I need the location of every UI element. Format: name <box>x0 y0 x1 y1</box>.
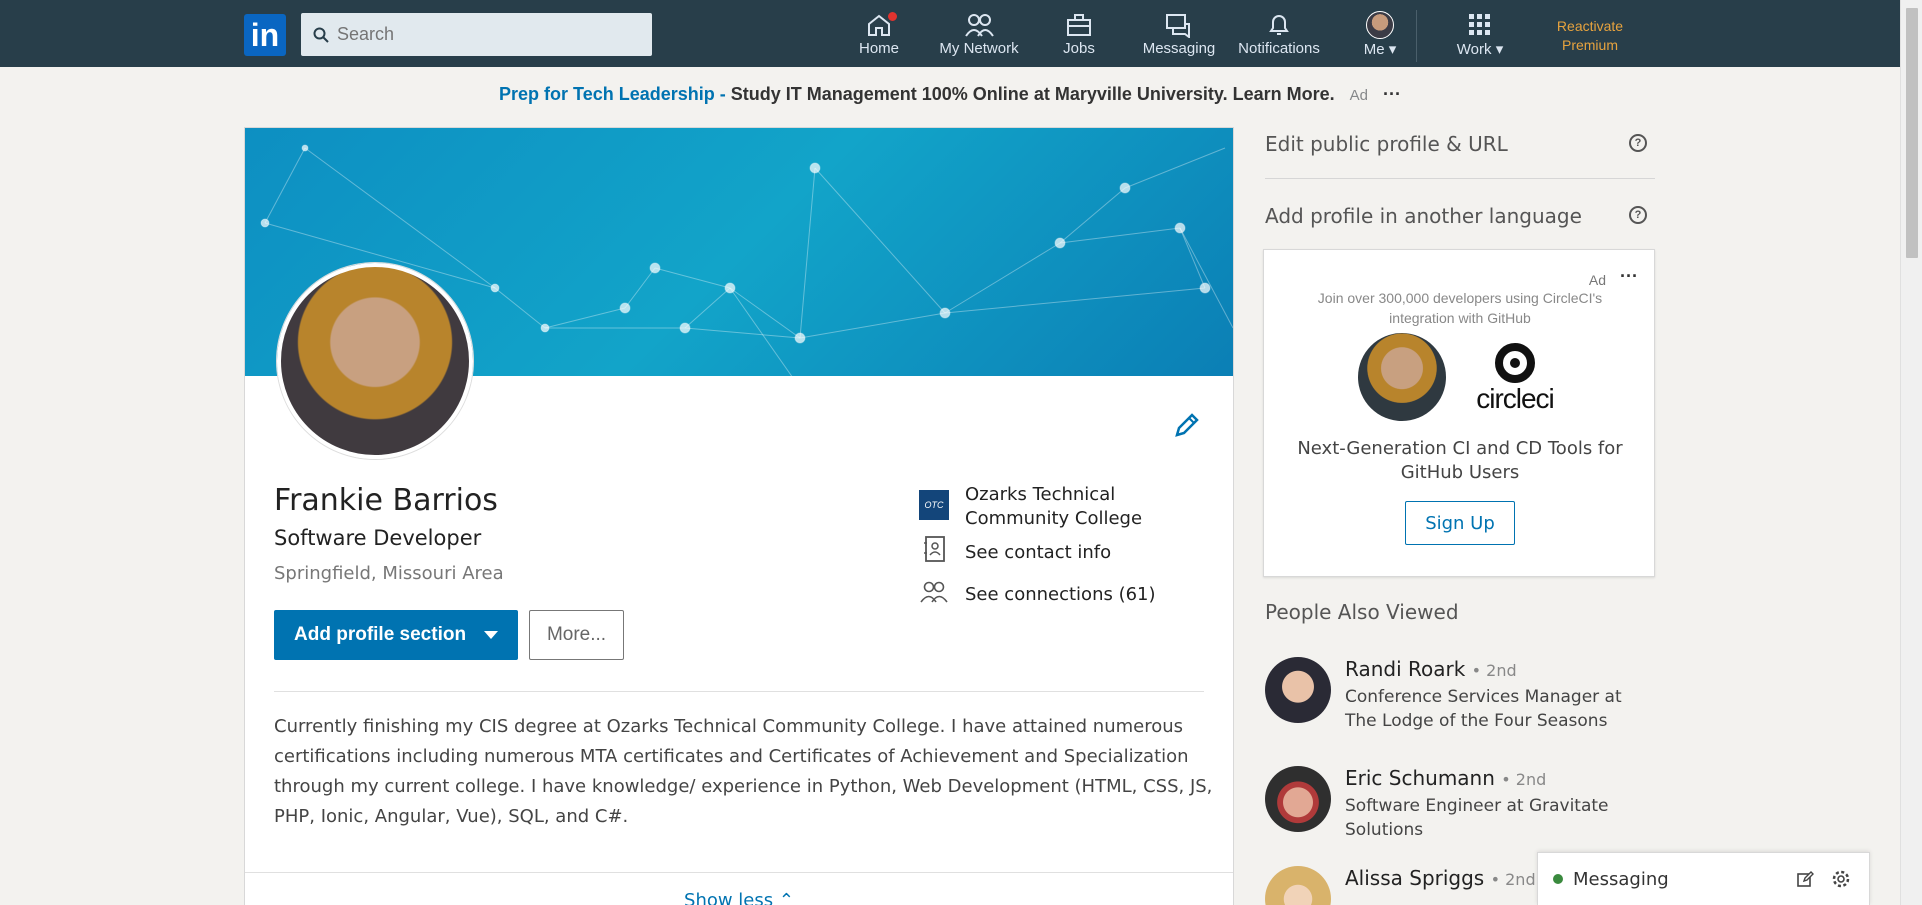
nav-messaging-label: Messaging <box>1142 40 1216 57</box>
people-also-viewed-title: People Also Viewed <box>1265 600 1459 624</box>
person-title: Software Engineer at Gravitate Solutions <box>1345 796 1609 840</box>
person-name[interactable]: Alissa Spriggs <box>1345 866 1484 890</box>
messaging-bar[interactable]: Messaging <box>1537 852 1870 905</box>
divider <box>274 691 1204 692</box>
network-icon <box>937 10 1021 40</box>
avatar <box>1265 657 1331 723</box>
profile-summary: Currently finishing my CIS degree at Oza… <box>274 716 1213 827</box>
search-icon <box>313 27 329 43</box>
circleci-ad-card[interactable]: Ad ··· Join over 300,000 developers usin… <box>1263 249 1655 577</box>
contact-card-icon <box>923 535 947 568</box>
edit-pencil-icon[interactable] <box>1173 411 1201 444</box>
nav-divider <box>1416 10 1417 62</box>
messaging-label: Messaging <box>1573 868 1669 890</box>
person-title: Conference Services Manager at The Lodge… <box>1345 687 1622 731</box>
see-contact-info-link[interactable]: See contact info <box>965 541 1111 565</box>
ad-description: Join over 300,000 developers using Circl… <box>1317 290 1603 326</box>
add-language-label: Add profile in another language <box>1265 204 1582 228</box>
nav-notifications-label: Notifications <box>1238 40 1320 57</box>
connection-degree: • 2nd <box>1501 770 1547 789</box>
ad-label: Ad <box>1588 272 1606 288</box>
gear-icon[interactable] <box>1831 869 1851 894</box>
linkedin-logo[interactable]: in <box>244 14 286 56</box>
nav-messaging[interactable]: Messaging <box>1141 10 1217 62</box>
nav-me-label: Me ▾ <box>1363 41 1397 58</box>
premium-line1: Reactivate <box>1556 18 1624 34</box>
nav-me[interactable]: Me ▾ <box>1358 10 1402 62</box>
profile-card: Frankie Barrios Software Developer Sprin… <box>244 127 1234 905</box>
profile-name: Frankie Barrios <box>274 483 498 518</box>
avatar <box>1366 11 1394 39</box>
reactivate-premium-link[interactable]: Reactivate Premium <box>1535 17 1645 55</box>
nav-my-network[interactable]: My Network <box>937 10 1021 62</box>
connection-degree: • 2nd <box>1471 661 1517 680</box>
notification-badge <box>886 10 899 23</box>
connections-icon <box>919 580 949 609</box>
nav-home[interactable]: Home <box>856 10 902 62</box>
chevron-down-icon: ▾ <box>1388 41 1397 58</box>
bell-icon <box>1236 10 1322 40</box>
nav-notifications[interactable]: Notifications <box>1236 10 1322 62</box>
divider <box>245 872 1233 873</box>
person-name[interactable]: Randi Roark <box>1345 657 1465 681</box>
show-less-link[interactable]: Show less ⌃ <box>245 890 1233 905</box>
avatar <box>1265 866 1331 905</box>
add-profile-section-button[interactable]: Add profile section <box>274 610 518 660</box>
nav-work[interactable]: Work ▾ <box>1450 10 1510 62</box>
divider <box>1265 178 1655 179</box>
edit-public-profile-link[interactable]: Edit public profile & URL ? <box>1265 132 1655 156</box>
person-name-row: Randi Roark • 2nd <box>1345 657 1517 681</box>
search-box[interactable] <box>301 13 652 56</box>
briefcase-icon <box>1062 10 1096 40</box>
nav-work-label: Work ▾ <box>1456 41 1504 58</box>
more-options-icon[interactable]: ··· <box>1620 266 1638 287</box>
compose-icon[interactable] <box>1796 870 1814 893</box>
scrollbar-thumb[interactable] <box>1906 8 1918 258</box>
add-profile-section-label: Add profile section <box>294 624 467 645</box>
edit-public-profile-label: Edit public profile & URL <box>1265 132 1508 156</box>
sign-up-button[interactable]: Sign Up <box>1405 501 1515 545</box>
chevron-down-icon: ▾ <box>1495 41 1504 58</box>
see-connections-link[interactable]: See connections (61) <box>965 583 1156 607</box>
top-nav: in Home My Network Jobs Messaging Notifi… <box>0 0 1900 67</box>
person-name-row: Eric Schumann • 2nd <box>1345 766 1546 790</box>
nav-network-label: My Network <box>939 40 1019 57</box>
education-link[interactable]: Ozarks Technical Community College <box>965 483 1205 531</box>
more-options-icon[interactable]: ··· <box>1383 84 1401 104</box>
nav-home-label: Home <box>858 40 899 57</box>
avatar <box>1358 333 1446 421</box>
nav-jobs-label: Jobs <box>1063 40 1095 57</box>
circleci-wordmark: circleci <box>1476 383 1555 414</box>
messaging-icon <box>1141 10 1217 40</box>
connection-degree: • 2nd <box>1490 870 1536 889</box>
ad-text[interactable]: Study IT Management 100% Online at Maryv… <box>731 84 1335 104</box>
more-button[interactable]: More... <box>529 610 624 660</box>
premium-line2: Premium <box>1561 37 1618 53</box>
add-language-profile-link[interactable]: Add profile in another language ? <box>1265 204 1655 228</box>
profile-photo[interactable] <box>277 263 473 459</box>
nav-jobs[interactable]: Jobs <box>1062 10 1096 62</box>
help-icon[interactable]: ? <box>1629 134 1647 152</box>
profile-location: Springfield, Missouri Area <box>274 563 504 584</box>
chevron-down-icon <box>484 631 498 639</box>
chevron-up-icon: ⌃ <box>778 890 794 905</box>
search-input[interactable] <box>337 24 637 45</box>
help-icon[interactable]: ? <box>1629 206 1647 224</box>
top-ad-strip[interactable]: Prep for Tech Leadership - Study IT Mana… <box>0 84 1900 105</box>
ad-link-text[interactable]: Prep for Tech Leadership - <box>499 84 726 104</box>
grid-icon <box>1450 10 1510 40</box>
ad-label: Ad <box>1349 87 1368 104</box>
page-scrollbar[interactable] <box>1900 0 1922 905</box>
ad-tagline: Next-Generation CI and CD Tools for GitH… <box>1297 438 1623 483</box>
circleci-mark-icon <box>1495 343 1535 383</box>
avatar <box>1265 766 1331 832</box>
profile-headline: Software Developer <box>274 526 482 550</box>
circleci-logo: circleci <box>1470 343 1560 415</box>
person-name-row: Alissa Spriggs • 2nd <box>1345 866 1536 890</box>
person-name[interactable]: Eric Schumann <box>1345 766 1495 790</box>
school-logo: OTC <box>919 490 949 520</box>
online-status-dot <box>1553 874 1563 884</box>
